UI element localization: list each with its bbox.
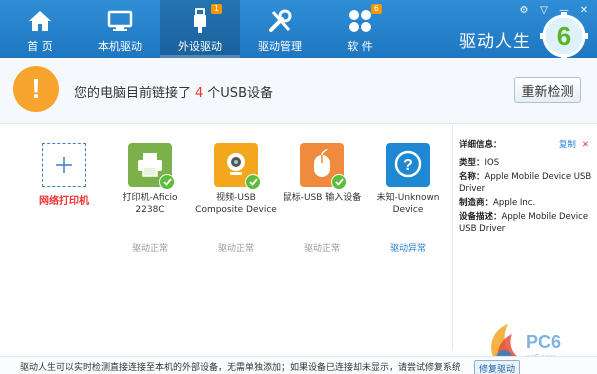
- rescan-button[interactable]: 重新检测: [514, 77, 581, 103]
- nav-driver-management-label: 驱动管理: [258, 40, 302, 53]
- nav-home-label: 首 页: [27, 40, 53, 53]
- nav-driver-management[interactable]: 驱动管理: [240, 0, 320, 58]
- settings-icon[interactable]: ⚙: [517, 3, 531, 17]
- detail-description: 设备描述：Apple Mobile Device USB Driver: [459, 212, 589, 234]
- usb-icon: [186, 8, 214, 34]
- usb-status-text: 您的电脑目前链接了 4 个USB设备: [74, 82, 273, 101]
- detail-vendor: 制造商：Apple Inc.: [459, 198, 536, 208]
- device-item[interactable]: ? 未知-Unknown Device 驱动异常: [368, 143, 448, 254]
- detail-type: 类型：IOS: [459, 158, 500, 168]
- device-status: 驱动正常: [131, 244, 168, 254]
- device-status[interactable]: 驱动异常: [368, 241, 448, 254]
- check-icon: [159, 174, 175, 190]
- details-panel: 详细信息： 复制 ✕ 类型：IOS 名称：Apple Mobile Device …: [452, 125, 597, 350]
- device-name: 视频-USB Composite Device: [195, 193, 277, 215]
- brand-logo-digit: 6: [557, 21, 571, 51]
- close-icon[interactable]: ✕: [582, 140, 589, 150]
- check-icon: [331, 174, 347, 190]
- status-bar: ! 您的电脑目前链接了 4 个USB设备 重新检测: [0, 58, 597, 124]
- monitor-icon: [106, 8, 134, 34]
- printer-icon: [128, 143, 175, 190]
- question-icon: ?: [386, 143, 430, 187]
- nav-local-drivers-label: 本机驱动: [98, 40, 142, 53]
- details-title: 详细信息：: [459, 140, 502, 150]
- brand-logo: 6: [540, 12, 588, 60]
- add-network-printer[interactable]: 网络打印机: [24, 143, 104, 207]
- status-count: 4: [195, 86, 204, 101]
- device-name: 未知-Unknown Device: [376, 193, 440, 215]
- add-icon: [42, 143, 86, 187]
- repair-drivers-button[interactable]: 修复驱动: [474, 360, 520, 374]
- device-item[interactable]: 打印机-Aficio 2238C 驱动正常: [110, 143, 190, 254]
- nav-software-badge: 6: [370, 4, 382, 14]
- apps-icon: [346, 8, 374, 34]
- nav-software-label: 软 件: [347, 40, 373, 53]
- nav-peripheral-badge: 1: [210, 4, 222, 14]
- webcam-icon: [214, 143, 261, 190]
- alert-icon: !: [13, 66, 59, 112]
- detail-name: 名称：Apple Mobile Device USB Driver: [459, 172, 592, 194]
- device-item[interactable]: 视频-USB Composite Device 驱动正常: [195, 143, 277, 254]
- brand-name: 驱动人生: [459, 32, 531, 52]
- device-list: 网络打印机 打印机-Aficio 2238C 驱动正常 视频-USB Compo…: [0, 125, 452, 350]
- add-network-printer-label: 网络打印机: [39, 196, 89, 207]
- check-icon: [245, 174, 261, 190]
- copy-link[interactable]: 复制: [559, 140, 576, 150]
- svg-text:?: ?: [403, 157, 413, 174]
- device-item[interactable]: 鼠标-USB 输入设备 驱动正常: [282, 143, 362, 254]
- device-status: 驱动正常: [217, 244, 254, 254]
- wrench-icon: [266, 8, 294, 34]
- nav-peripheral-drivers-label: 外设驱动: [178, 40, 222, 53]
- main-nav: 首 页 本机驱动 1 外设驱动 驱动管理 6 软 件: [0, 0, 400, 58]
- device-status: 驱动正常: [303, 244, 340, 254]
- home-icon: [26, 8, 54, 34]
- watermark-text: PC6: [526, 332, 561, 352]
- details-header: 详细信息： 复制 ✕: [459, 139, 597, 151]
- nav-peripheral-drivers[interactable]: 1 外设驱动: [160, 0, 240, 58]
- nav-home[interactable]: 首 页: [0, 0, 80, 58]
- status-suffix: 个USB设备: [207, 86, 273, 101]
- device-name: 打印机-Aficio 2238C: [122, 193, 178, 215]
- top-nav-bar: 首 页 本机驱动 1 外设驱动 驱动管理 6 软 件 ⚙ ▽ — ✕ 驱动人生 …: [0, 0, 597, 60]
- footer-bar: 驱动人生可以实时检测直接连接至本机的外部设备，无需单独添加；如果设备已连接却未显…: [0, 356, 597, 374]
- mouse-icon: [300, 143, 347, 190]
- nav-software[interactable]: 6 软 件: [320, 0, 400, 58]
- footer-hint: 驱动人生可以实时检测直接连接至本机的外部设备，无需单独添加；如果设备已连接却未显…: [20, 363, 460, 373]
- status-prefix: 您的电脑目前链接了: [74, 86, 192, 101]
- nav-local-drivers[interactable]: 本机驱动: [80, 0, 160, 58]
- device-name: 鼠标-USB 输入设备: [282, 193, 362, 203]
